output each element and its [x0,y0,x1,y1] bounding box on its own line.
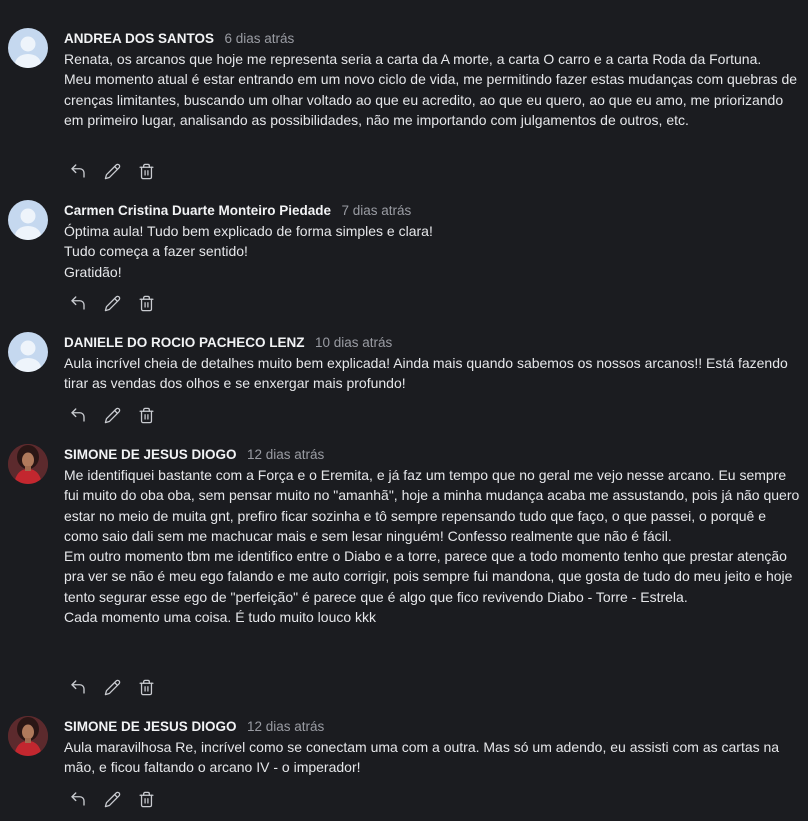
comment-item: Carmen Cristina Duarte Monteiro Piedade … [0,200,808,320]
comment-line: Óptima aula! Tudo bem explicado de forma… [64,223,433,239]
pencil-icon [104,679,120,695]
comment-item: SIMONE DE JESUS DIOGO 12 dias atrás Aula… [0,716,808,816]
comment-author[interactable]: SIMONE DE JESUS DIOGO [64,719,237,734]
reply-button[interactable] [68,293,88,313]
comment-body: Aula maravilhosa Re, incrível como se co… [64,737,800,778]
comment-time: 12 dias atrás [247,719,325,734]
edit-button[interactable] [102,293,122,313]
comment-time: 7 dias atrás [341,203,412,218]
comment-line: Meu momento atual é estar entrando em um… [64,71,798,128]
reply-icon [71,296,85,310]
reply-icon [71,680,85,694]
comment-item: SIMONE DE JESUS DIOGO 12 dias atrás Me i… [0,444,808,704]
comment-actions [68,293,156,313]
comment-item: ANDREA DOS SANTOS 6 dias atrás Renata, o… [0,28,808,188]
reply-icon [71,408,85,422]
avatar[interactable] [8,444,48,484]
comment-body: Renata, os arcanos que hoje me represent… [64,49,800,130]
reply-button[interactable] [68,677,88,697]
pencil-icon [104,791,120,807]
comment-author[interactable]: Carmen Cristina Duarte Monteiro Piedade [64,203,331,218]
comment-line: Cada momento uma coisa. É tudo muito lou… [64,609,377,626]
comment-line: Aula incrível cheia de detalhes muito be… [64,355,788,392]
trash-icon [138,163,154,179]
comment-time: 6 dias atrás [224,31,295,46]
comment-time: 10 dias atrás [314,335,393,350]
trash-icon [138,295,154,311]
comment-item: DANIELE DO ROCIO PACHECO LENZ 10 dias at… [0,332,808,432]
comment-actions [68,789,156,809]
comment-line: Em outro momento tbm me identifico entre… [64,548,793,605]
comment-body: Aula incrível cheia de detalhes muito be… [64,353,800,394]
comment-line: Renata, os arcanos que hoje me represent… [64,51,762,67]
avatar[interactable] [8,332,48,372]
edit-button[interactable] [102,789,122,809]
delete-button[interactable] [136,293,156,313]
comment-author[interactable]: DANIELE DO ROCIO PACHECO LENZ [64,335,305,350]
reply-button[interactable] [68,405,88,425]
comment-body: Óptima aula! Tudo bem explicado de forma… [64,221,800,282]
comment-line: Gratidão! [64,263,122,280]
avatar[interactable] [8,28,48,68]
comment-header: SIMONE DE JESUS DIOGO 12 dias atrás [64,717,324,737]
comment-feed: ANDREA DOS SANTOS 6 dias atrás Renata, o… [0,0,808,821]
delete-button[interactable] [136,161,156,181]
delete-button[interactable] [136,789,156,809]
trash-icon [138,679,154,695]
reply-icon [71,164,85,178]
pencil-icon [104,163,120,179]
comment-line: Aula maravilhosa Re, incrível como se co… [64,739,780,776]
comment-author[interactable]: ANDREA DOS SANTOS [64,31,214,46]
avatar[interactable] [8,200,48,240]
edit-button[interactable] [102,405,122,425]
delete-button[interactable] [136,677,156,697]
comment-line: Me identifiquei bastante com a Força e o… [64,467,800,544]
pencil-icon [104,295,120,311]
reply-icon [71,792,85,806]
comment-body: Me identifiquei bastante com a Força e o… [64,465,800,627]
comment-header: Carmen Cristina Duarte Monteiro Piedade … [64,201,411,221]
edit-button[interactable] [102,161,122,181]
comment-actions [68,161,156,181]
comment-header: ANDREA DOS SANTOS 6 dias atrás [64,29,294,49]
comment-author[interactable]: SIMONE DE JESUS DIOGO [64,447,237,462]
comment-header: DANIELE DO ROCIO PACHECO LENZ 10 dias at… [64,333,392,353]
comment-header: SIMONE DE JESUS DIOGO 12 dias atrás [64,445,324,465]
trash-icon [138,407,154,423]
delete-button[interactable] [136,405,156,425]
comment-actions [68,677,156,697]
reply-button[interactable] [68,161,88,181]
comment-actions [68,405,156,425]
trash-icon [138,791,154,807]
comment-time: 12 dias atrás [247,447,325,462]
reply-button[interactable] [68,789,88,809]
comment-line: Tudo começa a fazer sentido! [64,243,248,260]
pencil-icon [104,407,120,423]
edit-button[interactable] [102,677,122,697]
avatar[interactable] [8,716,48,756]
